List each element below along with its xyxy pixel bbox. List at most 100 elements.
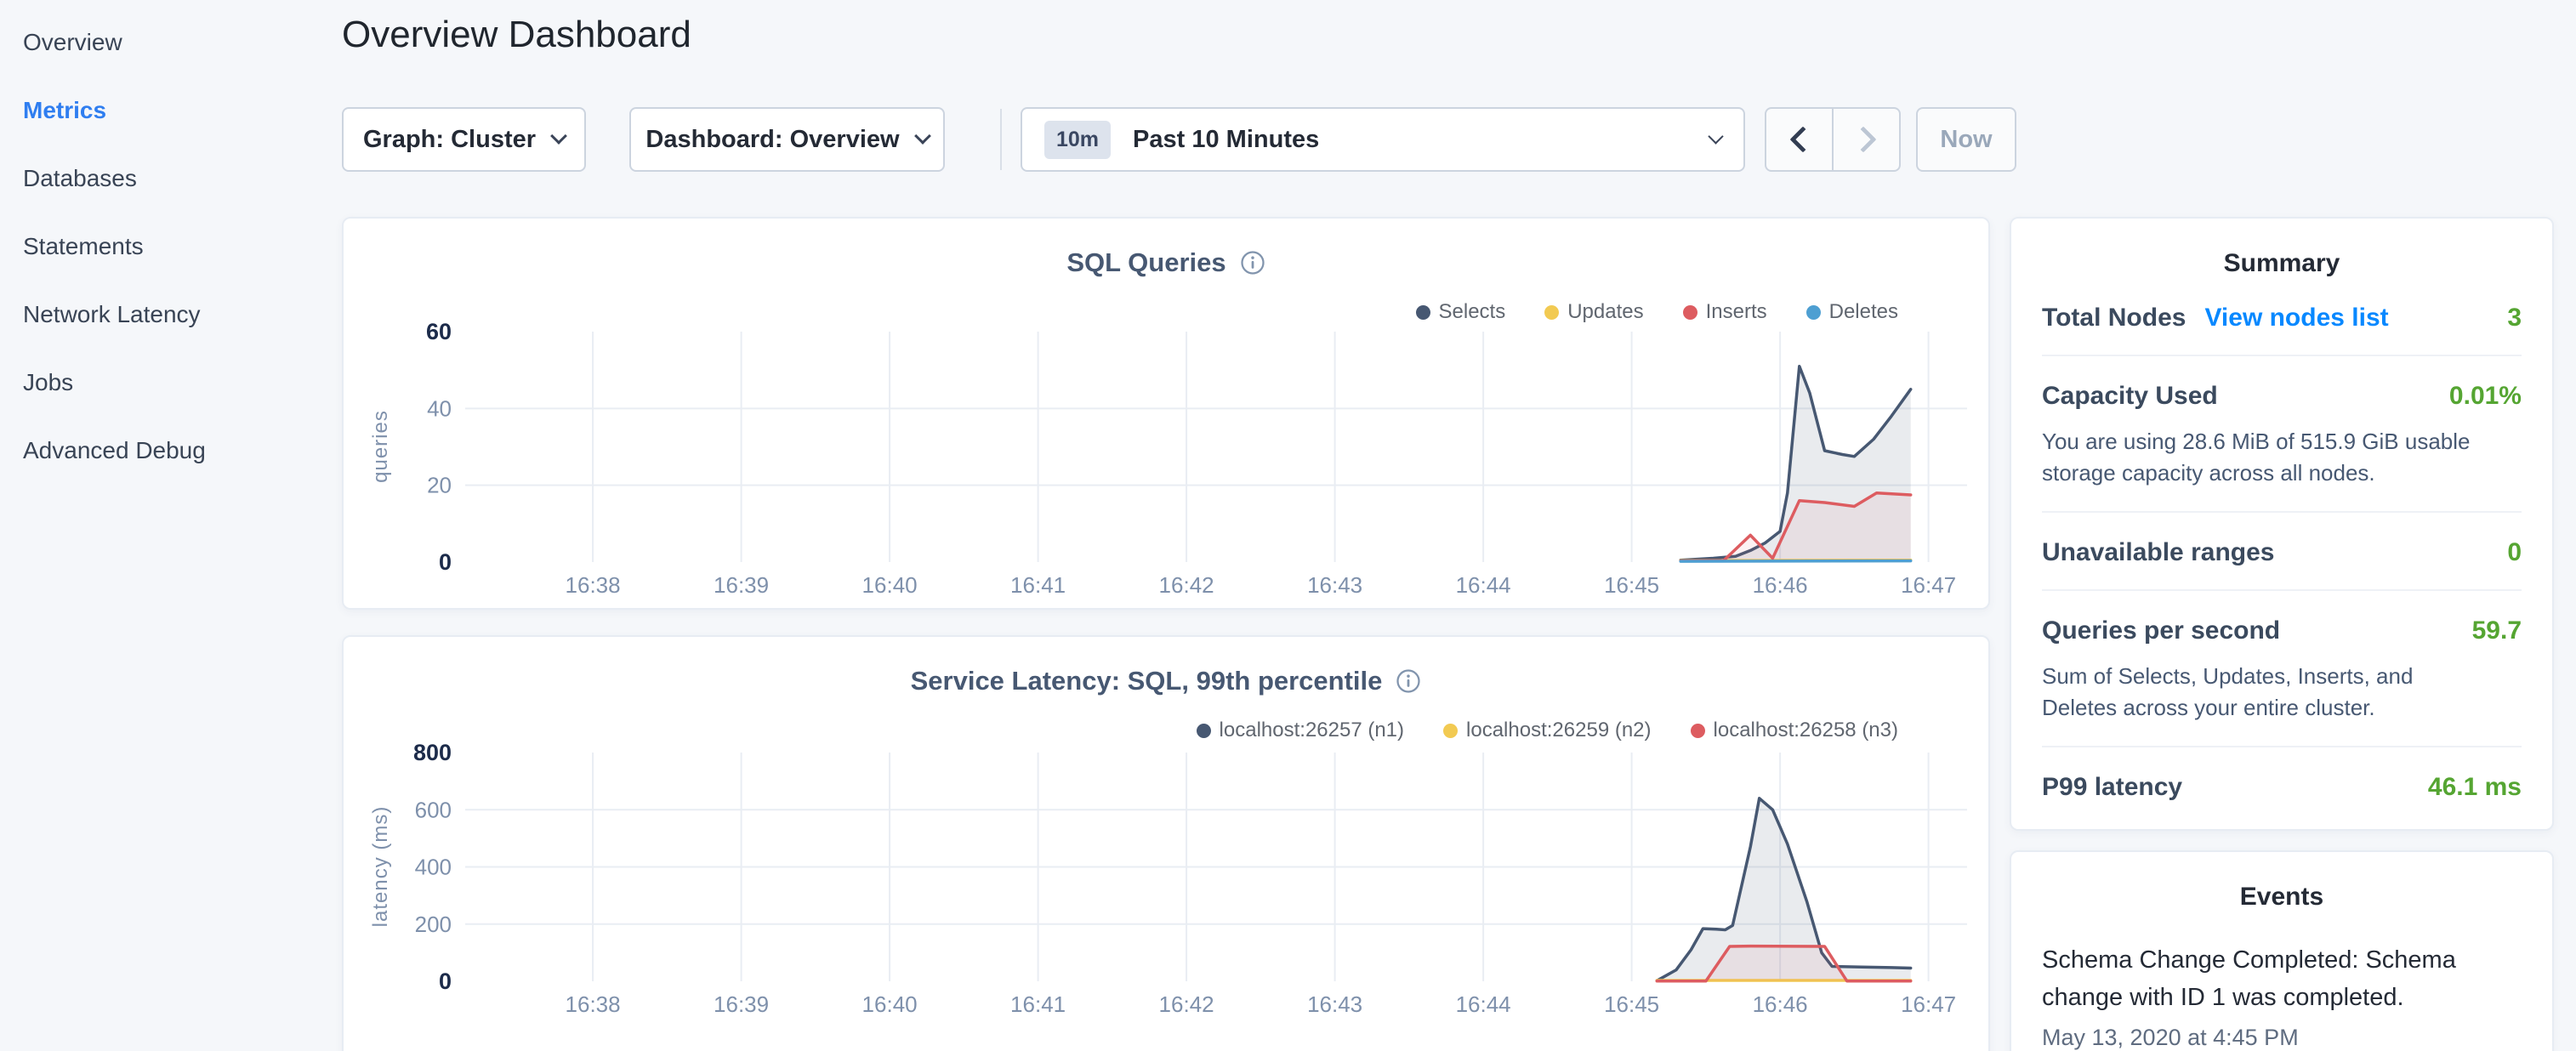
svg-text:16:42: 16:42 bbox=[1159, 572, 1214, 598]
chart-title-text: SQL Queries bbox=[1066, 247, 1225, 278]
legend-item[interactable]: Updates bbox=[1544, 300, 1643, 324]
chart-title-text: Service Latency: SQL, 99th percentile bbox=[911, 666, 1383, 696]
chevron-down-icon bbox=[1708, 128, 1723, 144]
event-item[interactable]: Schema Change Completed: Schema change w… bbox=[2011, 912, 2552, 1051]
time-range-dropdown[interactable]: 10m Past 10 Minutes bbox=[1021, 107, 1745, 172]
prev-time-button[interactable] bbox=[1766, 109, 1834, 170]
svg-text:0: 0 bbox=[439, 969, 452, 994]
svg-text:400: 400 bbox=[415, 855, 452, 880]
sidebar-item-statements[interactable]: Statements bbox=[0, 213, 340, 281]
y-axis-label: latency (ms) bbox=[369, 806, 393, 928]
toolbar-divider bbox=[1000, 109, 1002, 170]
svg-text:40: 40 bbox=[427, 395, 452, 421]
chart-title: Service Latency: SQL, 99th percentile bbox=[344, 666, 1988, 696]
graph-dropdown-label: Graph: Cluster bbox=[363, 126, 536, 154]
sidebar-item-overview[interactable]: Overview bbox=[0, 9, 340, 77]
svg-text:16:44: 16:44 bbox=[1456, 991, 1511, 1017]
summary-panel: Summary Total Nodes View nodes list 3 Ca… bbox=[2010, 217, 2554, 831]
summary-subtext: You are using 28.6 MiB of 515.9 GiB usab… bbox=[2042, 426, 2493, 489]
legend-dot bbox=[1806, 305, 1821, 320]
summary-label: Total Nodes bbox=[2042, 304, 2186, 332]
summary-label: Unavailable ranges bbox=[2042, 538, 2274, 567]
sidebar: Overview Metrics Databases Statements Ne… bbox=[0, 0, 340, 1051]
page-title: Overview Dashboard bbox=[342, 14, 691, 56]
summary-value: 0.01% bbox=[2449, 382, 2522, 411]
svg-text:16:46: 16:46 bbox=[1753, 991, 1808, 1017]
legend-item[interactable]: localhost:26259 (n2) bbox=[1443, 719, 1651, 742]
service-latency-chart[interactable]: 16:38 16:39 16:40 16:41 16:42 16:43 16:44 16:45… bbox=[344, 637, 1990, 1037]
svg-text:600: 600 bbox=[415, 797, 452, 822]
service-latency-card: 16:38 16:39 16:40 16:41 16:42 16:43 16:44 16:45… bbox=[342, 635, 1990, 1051]
legend-dot bbox=[1443, 724, 1458, 738]
legend-label: Deletes bbox=[1829, 300, 1898, 324]
summary-label: P99 latency bbox=[2042, 773, 2182, 802]
svg-text:20: 20 bbox=[427, 473, 452, 498]
svg-text:16:40: 16:40 bbox=[862, 991, 918, 1017]
sidebar-item-jobs[interactable]: Jobs bbox=[0, 349, 340, 417]
summary-row-unavailable-ranges: Unavailable ranges 0 bbox=[2042, 513, 2522, 591]
legend-item[interactable]: Selects bbox=[1416, 300, 1506, 324]
page: Overview Metrics Databases Statements Ne… bbox=[0, 0, 2576, 1051]
summary-subtext: Sum of Selects, Updates, Inserts, and De… bbox=[2042, 661, 2493, 724]
legend-item[interactable]: Deletes bbox=[1806, 300, 1898, 324]
events-panel: Events Schema Change Completed: Schema c… bbox=[2010, 850, 2554, 1051]
graph-dropdown[interactable]: Graph: Cluster bbox=[342, 107, 586, 172]
legend-label: localhost:26259 (n2) bbox=[1466, 719, 1651, 742]
chart-legend: localhost:26257 (n1) localhost:26259 (n2)… bbox=[1197, 719, 1898, 742]
legend-label: localhost:26257 (n1) bbox=[1220, 719, 1404, 742]
y-axis-label: queries bbox=[369, 410, 393, 483]
svg-text:16:41: 16:41 bbox=[1010, 991, 1066, 1017]
summary-row-total-nodes: Total Nodes View nodes list 3 bbox=[2042, 278, 2522, 356]
svg-text:16:46: 16:46 bbox=[1753, 572, 1808, 598]
summary-row-p99-latency: P99 latency 46.1 ms bbox=[2042, 747, 2522, 824]
chevron-right-icon bbox=[1850, 126, 1876, 152]
legend-item[interactable]: localhost:26258 (n3) bbox=[1691, 719, 1898, 742]
legend-dot bbox=[1197, 724, 1211, 738]
summary-label: Capacity Used bbox=[2042, 382, 2218, 411]
events-title: Events bbox=[2011, 852, 2552, 912]
svg-text:16:38: 16:38 bbox=[566, 991, 621, 1017]
summary-title: Summary bbox=[2011, 219, 2552, 278]
svg-text:16:43: 16:43 bbox=[1307, 572, 1362, 598]
legend-dot bbox=[1683, 305, 1697, 320]
summary-label: Queries per second bbox=[2042, 616, 2280, 645]
sidebar-item-advanced-debug[interactable]: Advanced Debug bbox=[0, 417, 340, 485]
chart-legend: Selects Updates Inserts Deletes bbox=[1416, 300, 1899, 324]
svg-text:16:41: 16:41 bbox=[1010, 572, 1066, 598]
legend-item[interactable]: Inserts bbox=[1683, 300, 1767, 324]
svg-text:16:43: 16:43 bbox=[1307, 991, 1362, 1017]
svg-text:800: 800 bbox=[413, 740, 452, 765]
legend-item[interactable]: localhost:26257 (n1) bbox=[1197, 719, 1404, 742]
summary-value: 46.1 ms bbox=[2428, 773, 2522, 802]
chevron-down-icon bbox=[914, 128, 931, 145]
legend-dot bbox=[1544, 305, 1559, 320]
summary-row-queries-per-second: Queries per second 59.7 Sum of Selects, … bbox=[2042, 591, 2522, 747]
sidebar-item-databases[interactable]: Databases bbox=[0, 145, 340, 213]
legend-label: Updates bbox=[1567, 300, 1643, 324]
legend-dot bbox=[1416, 305, 1430, 320]
legend-label: localhost:26258 (n3) bbox=[1714, 719, 1898, 742]
legend-dot bbox=[1691, 724, 1705, 738]
time-range-label: Past 10 Minutes bbox=[1133, 126, 1319, 154]
info-icon[interactable] bbox=[1396, 668, 1421, 694]
summary-value: 3 bbox=[2507, 304, 2522, 332]
view-nodes-list-link[interactable]: View nodes list bbox=[2204, 304, 2388, 332]
svg-text:16:39: 16:39 bbox=[714, 572, 769, 598]
svg-text:60: 60 bbox=[426, 319, 452, 344]
svg-text:16:47: 16:47 bbox=[1901, 991, 1956, 1017]
sidebar-item-network-latency[interactable]: Network Latency bbox=[0, 281, 340, 349]
svg-text:16:40: 16:40 bbox=[862, 572, 918, 598]
svg-text:16:47: 16:47 bbox=[1901, 572, 1956, 598]
sidebar-item-metrics[interactable]: Metrics bbox=[0, 77, 340, 145]
summary-value: 0 bbox=[2507, 538, 2522, 567]
now-button[interactable]: Now bbox=[1916, 107, 2016, 172]
info-icon[interactable] bbox=[1240, 250, 1265, 276]
chevron-down-icon bbox=[550, 128, 567, 145]
next-time-button[interactable] bbox=[1834, 109, 1899, 170]
svg-text:16:39: 16:39 bbox=[714, 991, 769, 1017]
svg-text:16:45: 16:45 bbox=[1604, 991, 1659, 1017]
event-timestamp: May 13, 2020 at 4:45 PM bbox=[2042, 1025, 2522, 1051]
svg-text:16:42: 16:42 bbox=[1159, 991, 1214, 1017]
dashboard-dropdown[interactable]: Dashboard: Overview bbox=[629, 107, 945, 172]
summary-row-capacity-used: Capacity Used 0.01% You are using 28.6 M… bbox=[2042, 356, 2522, 513]
